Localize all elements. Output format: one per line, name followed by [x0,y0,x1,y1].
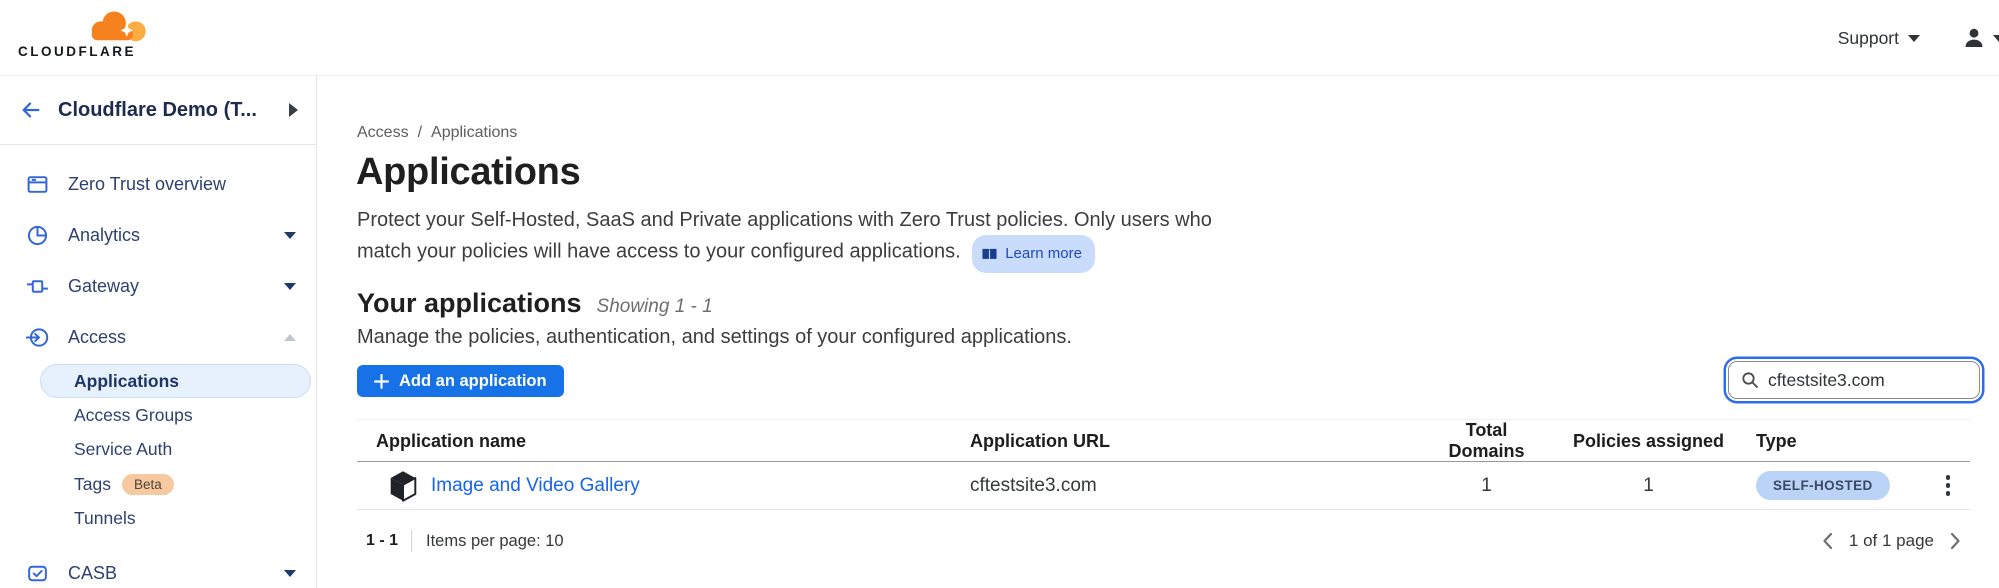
gateway-icon [26,275,49,298]
applications-table: Application name Application URL Total D… [357,419,1970,510]
application-cube-icon [388,470,418,502]
sidebar-item-analytics[interactable]: Analytics [0,210,316,261]
page-description: Protect your Self-Hosted, SaaS and Priva… [357,205,1247,273]
next-page-button[interactable] [1949,531,1962,551]
top-bar: CLOUDFLARE Support [0,0,1999,76]
pie-chart-icon [26,224,49,247]
sidebar-item-tunnels[interactable]: Tunnels [0,502,316,537]
breadcrumb-separator: / [418,124,422,142]
sidebar-subitem-label: Tunnels [74,508,136,529]
page-title: Applications [356,151,580,194]
showing-count: Showing 1 - 1 [597,296,713,318]
chevron-up-icon [284,334,296,341]
column-header-application-url: Application URL [970,431,1428,452]
type-badge: SELF-HOSTED [1756,471,1890,500]
support-label: Support [1838,28,1899,49]
plus-icon [374,374,389,389]
expand-sidebar-button[interactable] [289,103,298,117]
learn-more-label: Learn more [1005,239,1082,269]
account-name: Cloudflare Demo (T... [58,99,289,122]
search-input[interactable] [1768,370,1953,391]
chevron-down-icon [284,283,296,290]
sidebar-item-service-auth[interactable]: Service Auth [0,433,316,468]
application-name-link[interactable]: Image and Video Gallery [431,475,640,497]
application-url-cell: cftestsite3.com [970,475,1428,497]
sidebar-item-casb[interactable]: CASB [0,548,316,588]
sidebar-item-applications[interactable]: Applications [40,364,311,398]
chevron-down-icon [1993,35,1999,42]
back-arrow-button[interactable] [20,99,42,121]
learn-more-link[interactable]: Learn more [972,235,1095,273]
support-dropdown[interactable]: Support [1838,28,1920,49]
sidebar-item-gateway[interactable]: Gateway [0,261,316,312]
column-header-policies-assigned: Policies assigned [1545,431,1752,452]
cloudflare-logo[interactable]: CLOUDFLARE [18,7,152,59]
sidebar-item-label: Access [68,327,126,348]
column-header-total-domains: Total Domains [1428,420,1545,462]
sidebar-item-label: Zero Trust overview [68,174,226,195]
pagination: 1 of 1 page [1821,531,1970,551]
column-header-type: Type [1752,431,1914,452]
account-menu[interactable] [1962,26,1999,50]
table-header-row: Application name Application URL Total D… [357,420,1970,462]
total-domains-cell: 1 [1428,475,1545,497]
login-arrow-icon [26,326,49,349]
sidebar-subitem-label: Service Auth [74,439,172,460]
chevron-down-icon [1908,35,1920,42]
section-subtitle: Manage the policies, authentication, and… [357,326,1072,349]
sidebar-subitem-label: Applications [74,371,179,392]
search-icon [1741,371,1759,389]
results-range: 1 - 1 [366,532,398,550]
section-title: Your applications [357,288,582,319]
add-application-button[interactable]: Add an application [357,365,564,397]
sidebar-item-label: CASB [68,563,117,584]
application-search[interactable] [1728,361,1980,399]
sidebar-subitem-label: Tags [74,474,111,495]
book-icon [981,247,998,262]
sidebar-subitem-label: Access Groups [74,405,193,426]
add-application-label: Add an application [399,372,547,391]
cloudflare-wordmark: CLOUDFLARE [18,44,152,59]
breadcrumb: Access / Applications [357,124,517,142]
access-submenu: Applications Access Groups Service Auth … [0,364,316,536]
sidebar-item-label: Analytics [68,225,140,246]
checkbox-sync-icon [26,562,49,585]
row-actions-menu[interactable] [1942,471,1955,500]
items-per-page: Items per page: 10 [426,532,564,551]
cloudflare-cloud-icon [80,7,152,43]
table-footer: 1 - 1 Items per page: 10 1 of 1 page [357,523,1970,559]
sidebar: Cloudflare Demo (T... Zero Trust overvie… [0,76,317,588]
breadcrumb-access[interactable]: Access [357,124,409,142]
table-row: Image and Video Gallery cftestsite3.com … [357,462,1970,510]
sidebar-item-access-groups[interactable]: Access Groups [0,398,316,433]
sidebar-item-access[interactable]: Access [0,312,316,363]
footer-divider [411,530,412,552]
previous-page-button[interactable] [1821,531,1834,551]
chevron-down-icon [284,232,296,239]
sidebar-item-zero-trust-overview[interactable]: Zero Trust overview [0,159,316,210]
chevron-down-icon [284,570,296,577]
breadcrumb-current: Applications [431,124,517,142]
sidebar-item-tags[interactable]: Tags Beta [0,467,316,502]
sidebar-item-label: Gateway [68,276,139,297]
sidebar-account-header: Cloudflare Demo (T... [0,76,316,145]
browser-window-icon [26,173,49,196]
policies-assigned-cell: 1 [1545,475,1752,497]
user-icon [1962,26,1986,50]
beta-badge: Beta [122,474,174,495]
page-indicator: 1 of 1 page [1849,531,1934,551]
column-header-application-name: Application name [357,431,970,452]
